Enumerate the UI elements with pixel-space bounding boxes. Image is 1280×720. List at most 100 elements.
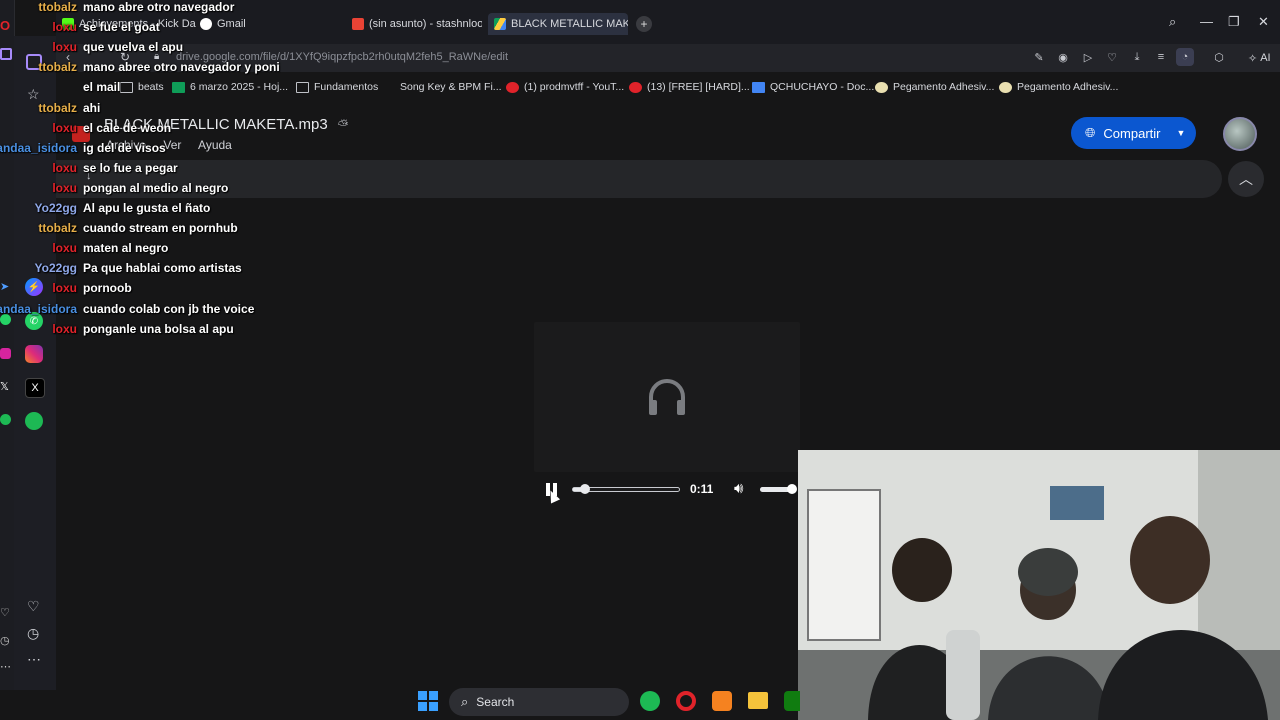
- youtube-icon: [506, 81, 519, 93]
- spotify-icon[interactable]: [0, 414, 11, 425]
- chat-text: el cale de weon: [83, 120, 172, 135]
- menu-icon[interactable]: ≡: [1154, 51, 1168, 65]
- webcam-scene: [798, 450, 1280, 720]
- windows-start-icon[interactable]: [418, 691, 438, 711]
- xbox-icon[interactable]: [784, 691, 800, 711]
- x-icon[interactable]: X: [25, 378, 45, 398]
- search-tabs-icon[interactable]: ⌕: [1169, 14, 1176, 30]
- tab-gmail-draft[interactable]: (sin asunto) - stashnloops: [352, 13, 482, 35]
- volume-thumb[interactable]: [787, 484, 797, 494]
- chat-username[interactable]: loxu: [52, 161, 77, 175]
- chat-message: andaa_isidora cuando colab con jb the voi…: [0, 302, 300, 318]
- chat-text: Pa que hablai como artistas: [83, 261, 242, 276]
- volume-slider[interactable]: [760, 484, 797, 494]
- chevron-down-icon[interactable]: ▼: [1176, 128, 1185, 138]
- opera-taskbar-icon[interactable]: [676, 691, 696, 711]
- seek-thumb[interactable]: [579, 484, 590, 494]
- volume-icon[interactable]: 🔊︎: [734, 480, 743, 497]
- chat-username[interactable]: loxu: [52, 20, 77, 34]
- instagram-icon[interactable]: [25, 345, 43, 363]
- collapse-toolbar-button[interactable]: ︿: [1228, 161, 1264, 197]
- edit-icon[interactable]: ✎: [1032, 51, 1046, 65]
- chat-username[interactable]: ttobalz: [38, 221, 77, 235]
- profile-icon[interactable]: ◔: [1176, 48, 1194, 66]
- bookmark-youtube-2[interactable]: (13) [FREE] [HARD]...: [629, 81, 750, 93]
- ai-button[interactable]: ✧ AI: [1242, 48, 1277, 68]
- seek-slider[interactable]: [572, 484, 680, 494]
- minimize-button[interactable]: —: [1200, 14, 1213, 29]
- instagram-icon[interactable]: [0, 348, 11, 359]
- share-button[interactable]: 🌐︎ Compartir ▼: [1071, 117, 1196, 149]
- history-icon[interactable]: ◷: [27, 625, 39, 642]
- time-display: 0:11: [690, 482, 714, 496]
- chat-text: ponganle una bolsa al apu: [83, 321, 234, 336]
- chat-message: ttobalz cuando stream en pornhub: [0, 221, 300, 237]
- avatar[interactable]: [1223, 117, 1257, 151]
- windows-taskbar: ⌕ Search: [400, 684, 800, 720]
- tab-drive-file[interactable]: BLACK METALLIC MAK: [488, 13, 628, 35]
- heart-outline-icon[interactable]: ♡: [1105, 51, 1119, 65]
- tab-label: (sin asunto) - stashnloops: [369, 18, 482, 30]
- chat-username[interactable]: loxu: [52, 40, 77, 54]
- audio-preview-card: [534, 322, 800, 472]
- chat-username[interactable]: loxu: [52, 241, 77, 255]
- chat-message: loxu maten al negro: [0, 241, 300, 257]
- bookmark-pegamento-2[interactable]: Pegamento Adhesiv...: [999, 81, 1118, 93]
- chat-username[interactable]: andaa_isidora: [0, 302, 77, 316]
- bookmark-youtube-1[interactable]: (1) prodmvtff - YouT...: [506, 81, 624, 93]
- chat-text: mano abre otro navegador: [83, 0, 235, 14]
- extensions-icon[interactable]: ⬡: [1212, 51, 1226, 65]
- history-icon[interactable]: ◷: [0, 634, 10, 647]
- chat-message: Yo22gg Al apu le gusta el ñato: [0, 201, 300, 217]
- ai-sparkle-icon: ✧: [1248, 52, 1258, 65]
- chevron-up-icon: ︿: [1239, 171, 1253, 187]
- chat-username[interactable]: loxu: [52, 281, 77, 295]
- maximize-button[interactable]: ❐: [1228, 14, 1240, 30]
- more-icon[interactable]: ⋯: [0, 660, 11, 673]
- more-icon[interactable]: ⋯: [27, 651, 41, 668]
- chat-text: ahi: [83, 100, 101, 115]
- spotify-icon[interactable]: [25, 412, 43, 430]
- music-icon: [384, 83, 395, 92]
- chat-username[interactable]: ttobalz: [38, 101, 77, 115]
- chat-message: loxu que vuelva el apu: [0, 40, 300, 56]
- chat-message: loxu ponganle una bolsa al apu: [0, 322, 300, 338]
- chat-text: Al apu le gusta el ñato: [83, 201, 211, 215]
- chat-text: mano abree otro navegador y poni: [83, 60, 280, 75]
- chat-username[interactable]: Yo22gg: [35, 201, 77, 215]
- file-explorer-icon[interactable]: [748, 692, 768, 709]
- product-icon: [875, 81, 888, 93]
- chat-username[interactable]: andaa_isidora: [0, 141, 77, 155]
- bookmark-docs[interactable]: QCHUCHAYO - Doc...: [752, 81, 874, 93]
- docs-icon: [752, 81, 765, 93]
- bookmark-song-key[interactable]: Song Key & BPM Fi...: [384, 81, 502, 93]
- fl-studio-icon[interactable]: [712, 691, 732, 711]
- heart-icon[interactable]: ♡: [27, 598, 40, 615]
- chat-username[interactable]: loxu: [52, 121, 77, 135]
- chat-username[interactable]: loxu: [52, 322, 77, 336]
- camera-icon[interactable]: ◉: [1056, 51, 1070, 65]
- product-icon: [999, 81, 1012, 93]
- bookmark-pegamento-1[interactable]: Pegamento Adhesiv...: [875, 81, 994, 93]
- x-icon[interactable]: 𝕏: [0, 380, 9, 393]
- chat-username[interactable]: ttobalz: [38, 60, 77, 74]
- gmail-favicon-icon: [352, 18, 364, 30]
- chat-username[interactable]: Yo22gg: [35, 261, 77, 275]
- bookmark-fundamentos[interactable]: Fundamentos: [296, 81, 378, 93]
- close-window-button[interactable]: ✕: [1258, 14, 1269, 30]
- spotify-taskbar-icon[interactable]: [640, 691, 660, 711]
- cloud-save-icon[interactable]: ⛅︎: [338, 117, 348, 132]
- chat-message: loxu pornoob: [0, 281, 300, 297]
- chat-text: ig del de visos: [83, 140, 166, 155]
- chat-username[interactable]: ttobalz: [38, 0, 77, 14]
- download-icon[interactable]: ⤓: [1130, 51, 1144, 65]
- new-tab-button[interactable]: +: [636, 16, 652, 32]
- chat-message: loxu se fue el goat: [0, 20, 300, 36]
- chat-message: andaa_isidora ig del de visos: [0, 141, 300, 157]
- chat-text: se fue el goat: [83, 20, 160, 35]
- taskbar-search[interactable]: ⌕ Search: [449, 688, 629, 716]
- chat-text: cuando stream en pornhub: [83, 221, 238, 236]
- heart-icon[interactable]: ♡: [0, 606, 10, 619]
- chat-username[interactable]: loxu: [52, 181, 77, 195]
- play-icon[interactable]: ▷: [1081, 51, 1095, 65]
